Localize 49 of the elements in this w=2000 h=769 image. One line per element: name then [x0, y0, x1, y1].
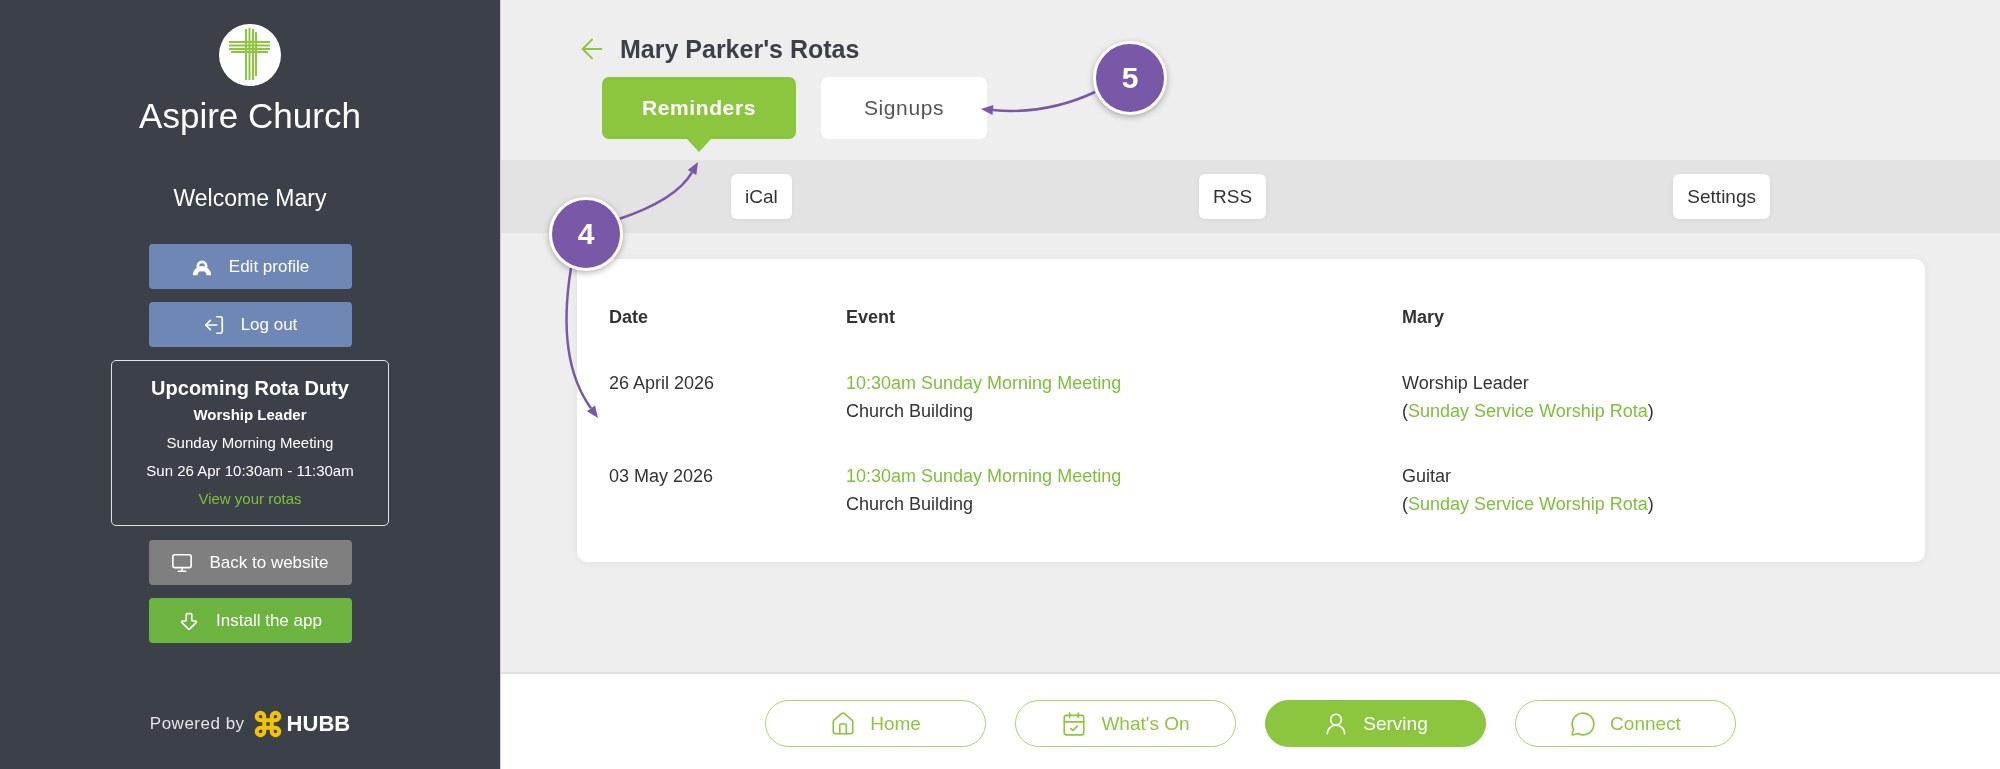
bracket-text: (	[1402, 493, 1408, 516]
location-text: Church Building	[846, 493, 974, 516]
event-link[interactable]: 10:30am Sunday Morning Meeting	[846, 369, 1122, 397]
bracket-text: (	[1402, 400, 1408, 423]
cross-logo-icon	[219, 24, 281, 86]
tab-pointer-icon	[687, 139, 711, 152]
tab[interactable]: Signups	[821, 77, 987, 139]
edit-profile-button[interactable]: Edit profile	[148, 244, 352, 289]
date-text: 26 April 2026	[609, 372, 715, 395]
card-title: Upcoming Rota Duty	[151, 376, 349, 401]
log-out-button[interactable]: Log out	[148, 302, 352, 347]
nav-button[interactable]: What's On	[1015, 700, 1236, 747]
rota-link[interactable]: Sunday Service Worship Rota	[1408, 397, 1648, 425]
tab[interactable]: Reminders	[602, 77, 796, 139]
nav-button[interactable]: Home	[765, 700, 986, 747]
welcome-text: Welcome Mary	[173, 184, 327, 212]
date-text: 03 May 2026	[609, 465, 714, 488]
rota-link[interactable]: Sunday Service Worship Rota	[1408, 490, 1648, 518]
column-header: Date	[609, 306, 649, 329]
role-text: Guitar	[1402, 465, 1452, 488]
toolbar-button[interactable]: RSS	[1199, 174, 1267, 219]
nav-button[interactable]: Connect	[1515, 700, 1736, 747]
toolbar-button[interactable]: Settings	[1673, 174, 1770, 219]
monitor-icon	[171, 551, 194, 574]
location-text: Church Building	[846, 400, 974, 423]
brand-name: HUBB	[286, 711, 351, 737]
bracket-text: )	[1647, 400, 1654, 423]
step-marker: 5	[1093, 41, 1167, 115]
duty-time-text: Sun 26 Apr 10:30am - 11:30am	[146, 461, 354, 481]
home-icon	[830, 710, 857, 737]
view-rotas-link[interactable]: View your rotas	[198, 485, 302, 513]
page-title: Mary Parker's Rotas	[620, 34, 860, 64]
speech-bubble-icon	[1570, 710, 1597, 737]
column-header: Event	[846, 306, 897, 329]
duty-role-text: Worship Leader	[193, 405, 307, 425]
calendar-check-icon	[1061, 710, 1088, 737]
column-header: Mary	[1402, 306, 1446, 329]
loop-logo-icon	[252, 709, 283, 739]
church-name: Aspire Church	[139, 98, 361, 134]
nav-button[interactable]: Serving	[1265, 700, 1486, 747]
duty-event-text: Sunday Morning Meeting	[166, 433, 334, 453]
back-to-website-button[interactable]: Back to website	[148, 540, 352, 585]
log-out-icon	[202, 313, 225, 336]
toolbar-button[interactable]: iCal	[731, 174, 792, 219]
bracket-text: )	[1647, 493, 1654, 516]
event-link[interactable]: 10:30am Sunday Morning Meeting	[846, 462, 1122, 490]
powered-by-text: Powered by	[149, 714, 245, 734]
install-app-button[interactable]: Install the app	[148, 598, 352, 643]
role-text: Worship Leader	[1402, 372, 1529, 395]
